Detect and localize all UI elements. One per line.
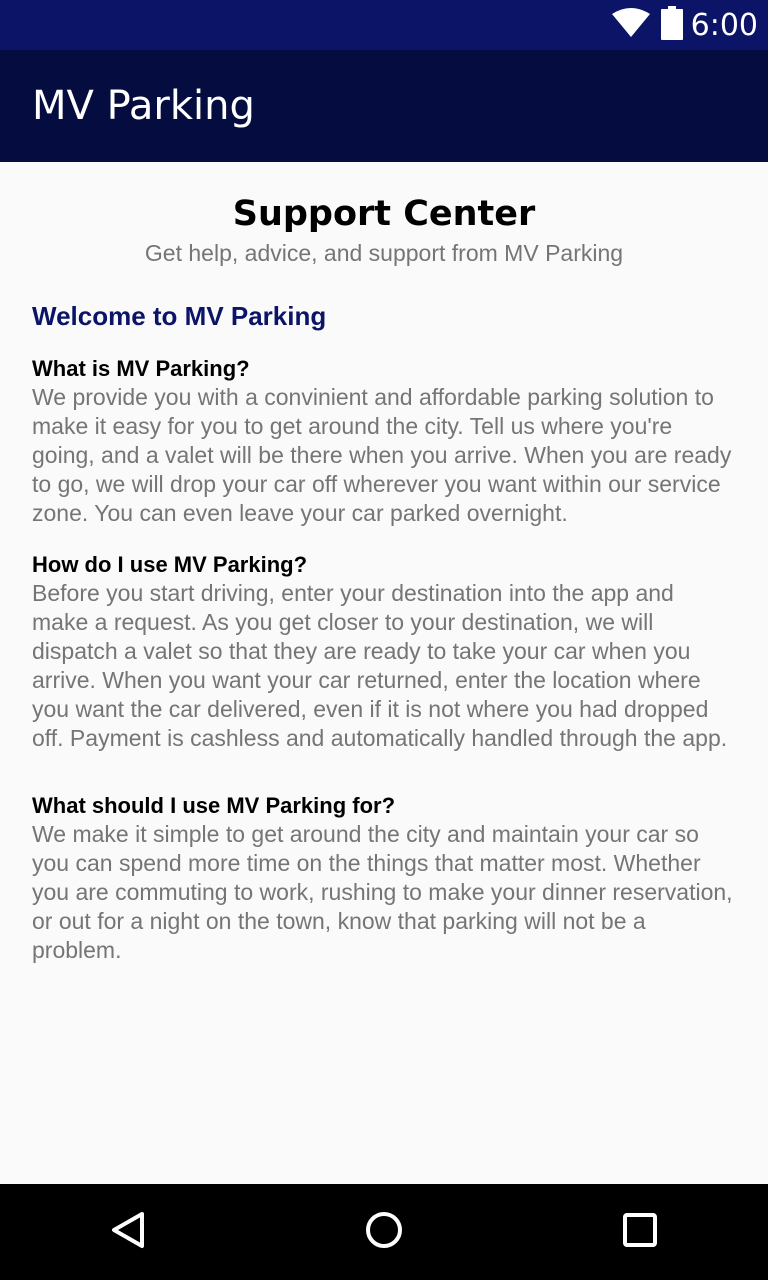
back-icon: [108, 1210, 148, 1255]
faq-question: What is MV Parking?: [32, 356, 250, 381]
recents-icon: [622, 1212, 658, 1253]
faq-answer: We make it simple to get around the city…: [32, 821, 733, 963]
battery-icon: [660, 5, 683, 45]
app-bar: MV Parking: [0, 50, 768, 162]
page-subtitle: Get help, advice, and support from MV Pa…: [144, 240, 624, 266]
home-icon: [364, 1210, 404, 1255]
recents-button[interactable]: [592, 1184, 688, 1280]
faq-item: How do I use MV Parking? Before you star…: [32, 550, 736, 753]
faq-question: What should I use MV Parking for?: [32, 793, 396, 818]
app-title: MV Parking: [32, 83, 255, 129]
faq-answer: We provide you with a convinient and aff…: [32, 384, 732, 526]
page-title: Support Center: [232, 194, 536, 234]
wifi-icon: [611, 7, 651, 43]
faq-item: What should I use MV Parking for? We mak…: [32, 791, 736, 965]
home-button[interactable]: [336, 1184, 432, 1280]
faq-question: How do I use MV Parking?: [32, 552, 308, 577]
back-button[interactable]: [80, 1184, 176, 1280]
status-icons: [611, 5, 683, 45]
section-title: Welcome to MV Parking: [32, 301, 327, 331]
support-content[interactable]: Support Center Get help, advice, and sup…: [0, 162, 768, 1184]
status-time: 6:00: [690, 7, 758, 43]
status-bar: 6:00: [0, 0, 768, 50]
faq-answer: Before you start driving, enter your des…: [32, 580, 728, 751]
system-nav-bar: [0, 1184, 768, 1280]
faq-item: What is MV Parking? We provide you with …: [32, 354, 736, 528]
